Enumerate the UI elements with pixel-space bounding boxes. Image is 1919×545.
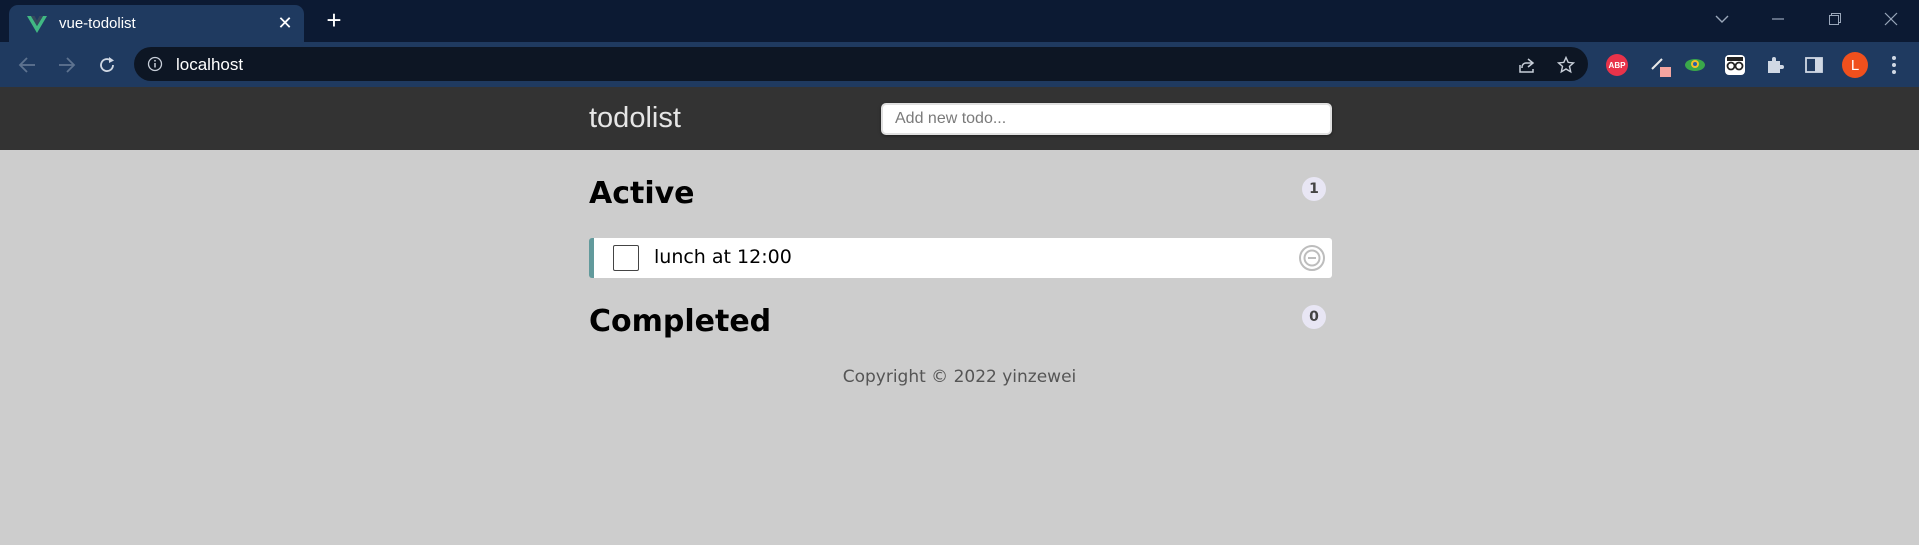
tab-search-icon[interactable]: [1699, 4, 1745, 34]
minimize-icon[interactable]: [1755, 4, 1801, 34]
browser-menu-icon[interactable]: [1881, 52, 1907, 78]
tab-title: vue-todolist: [59, 15, 136, 32]
back-arrow-icon[interactable]: [12, 50, 42, 80]
bookmark-star-icon[interactable]: [1555, 54, 1577, 76]
vue-logo-icon: [27, 15, 47, 33]
browser-tabstrip: vue-todolist ✕ +: [0, 0, 1919, 42]
app-title: todolist: [589, 102, 681, 134]
color-picker-extension-icon[interactable]: [1682, 52, 1708, 78]
remove-todo-icon[interactable]: [1298, 244, 1326, 272]
extensions-puzzle-icon[interactable]: [1762, 52, 1788, 78]
add-todo-input[interactable]: [881, 103, 1332, 135]
glasses-extension-icon[interactable]: [1722, 52, 1748, 78]
info-icon[interactable]: [147, 56, 163, 72]
side-panel-icon[interactable]: [1801, 52, 1827, 78]
address-bar[interactable]: localhost: [134, 47, 1588, 81]
todo-text: lunch at 12:00: [654, 246, 792, 268]
app-header: todolist: [0, 87, 1919, 150]
active-section-title: Active: [589, 176, 695, 211]
browser-toolbar: localhost ABP L: [0, 42, 1919, 87]
restore-icon[interactable]: [1812, 4, 1858, 34]
close-window-icon[interactable]: [1868, 4, 1914, 34]
eyedropper-extension-icon[interactable]: [1647, 52, 1673, 78]
tab-close-icon[interactable]: ✕: [271, 10, 299, 38]
url-text: localhost: [176, 55, 244, 74]
adblock-plus-icon[interactable]: ABP: [1604, 52, 1630, 78]
todo-checkbox[interactable]: [613, 245, 639, 271]
new-tab-button[interactable]: +: [318, 7, 350, 34]
profile-avatar[interactable]: L: [1842, 52, 1868, 78]
browser-tab[interactable]: vue-todolist ✕: [9, 5, 304, 42]
forward-arrow-icon[interactable]: [52, 50, 82, 80]
reload-icon[interactable]: [92, 50, 122, 80]
completed-count-badge: 0: [1302, 305, 1326, 329]
active-count-badge: 1: [1302, 177, 1326, 201]
footer-copyright: Copyright © 2022 yinzewei: [842, 367, 1077, 387]
share-icon[interactable]: [1516, 54, 1538, 76]
todo-item: lunch at 12:00: [589, 238, 1332, 278]
completed-section-title: Completed: [589, 304, 772, 339]
